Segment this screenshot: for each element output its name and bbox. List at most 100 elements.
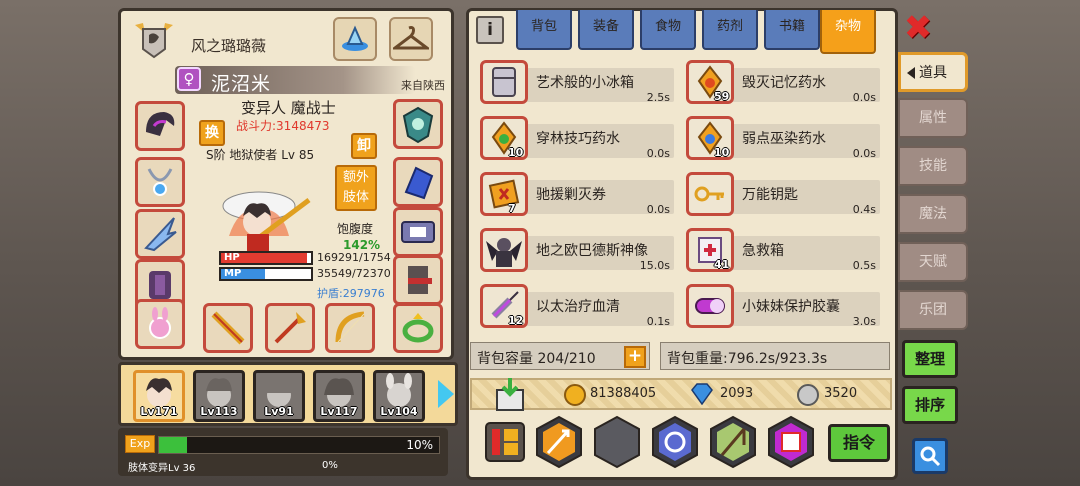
equip-slot-staff[interactable] xyxy=(203,303,253,353)
close-icon[interactable]: ✖ xyxy=(902,11,934,45)
equip-slot-shield[interactable] xyxy=(393,99,443,149)
party-member-4[interactable]: Lv117 xyxy=(313,370,365,422)
gold-coin-icon xyxy=(564,384,586,406)
equip-slot-wings[interactable] xyxy=(135,209,185,259)
equip-slot-boots[interactable] xyxy=(393,255,443,305)
empty-hexagon-icon xyxy=(594,415,640,469)
backpack-capacity: 背包容量 204/210 xyxy=(470,342,650,370)
key-icon xyxy=(686,172,734,216)
equip-slot-pet[interactable] xyxy=(135,299,185,349)
item-count: 59 xyxy=(714,90,730,103)
satiety-value: 142% xyxy=(343,238,381,252)
silver-coin-icon xyxy=(797,384,819,406)
hp-value: 169291/1754 xyxy=(317,251,391,264)
equip-slot-bow[interactable] xyxy=(325,303,375,353)
skill-arrow-button[interactable] xyxy=(534,414,584,470)
inventory-item[interactable]: 41 急救箱 0.5s xyxy=(680,226,882,276)
party-member-level: Lv117 xyxy=(320,405,358,418)
item-weight: 0.0s xyxy=(646,203,670,216)
expand-capacity-button[interactable]: + xyxy=(624,346,646,368)
tab-food[interactable]: 食物 xyxy=(640,10,696,50)
side-tab-items[interactable]: 道具 xyxy=(898,52,968,92)
item-grid: 艺术般的小冰箱 2.5s 59 毁灭记忆药水 0.0s 10 穿林技巧药水 0.… xyxy=(474,56,894,330)
tab-misc[interactable]: 杂物 xyxy=(820,10,876,54)
item-weight: 0.0s xyxy=(852,147,876,160)
party-member-2[interactable]: Lv113 xyxy=(193,370,245,422)
wardrobe-hanger-icon[interactable] xyxy=(389,17,433,61)
item-name: 地之欧巴德斯神像 xyxy=(536,243,648,259)
party-member-3[interactable]: Lv91 xyxy=(253,370,305,422)
equip-slot-belt[interactable] xyxy=(393,207,443,257)
character-origin: 来自陕西 xyxy=(401,79,445,92)
equip-slot-ring[interactable] xyxy=(393,303,443,353)
spirit-icon[interactable] xyxy=(333,17,377,61)
inventory-item[interactable]: 59 毁灭记忆药水 0.0s xyxy=(680,58,882,108)
inventory-item[interactable]: 地之欧巴德斯神像 15.0s xyxy=(474,226,676,276)
empty-skill-slot[interactable] xyxy=(592,414,642,470)
item-weight: 0.4s xyxy=(852,203,876,216)
party-next-arrow-icon[interactable] xyxy=(438,380,454,408)
ranking-icon xyxy=(485,422,525,462)
sort-button[interactable]: 排序 xyxy=(902,386,958,424)
swap-button[interactable]: 换 xyxy=(199,120,225,146)
exp-panel: Exp 10% 肢体变异Lv 36 0% xyxy=(118,428,448,476)
diamond-amount: 2093 xyxy=(720,386,754,401)
item-count: 7 xyxy=(508,202,516,215)
inventory-item[interactable]: 艺术般的小冰箱 2.5s xyxy=(474,58,676,108)
portal-icon xyxy=(652,415,698,469)
side-tab-magic[interactable]: 魔法 xyxy=(898,194,968,234)
side-tab-band[interactable]: 乐团 xyxy=(898,290,968,330)
side-tab-skills[interactable]: 技能 xyxy=(898,146,968,186)
item-weight: 0.0s xyxy=(646,147,670,160)
inventory-item[interactable]: 12 以太治疗血清 0.1s xyxy=(474,282,676,330)
gold-amount: 81388405 xyxy=(590,386,657,401)
equip-slot-gauntlet[interactable] xyxy=(393,157,443,207)
calendar-button[interactable] xyxy=(766,414,816,470)
item-count: 41 xyxy=(714,258,730,271)
item-count: 12 xyxy=(508,314,524,327)
pet-bunny-icon xyxy=(149,307,171,339)
gauntlet-icon xyxy=(404,166,434,200)
tab-potions[interactable]: 药剂 xyxy=(702,10,758,50)
ranking-button[interactable] xyxy=(480,414,530,470)
character-class: 变异人 魔战士 xyxy=(241,99,336,117)
party-member-5[interactable]: Lv104 xyxy=(373,370,425,422)
portal-skill-button[interactable] xyxy=(650,414,700,470)
backpack-weight: 背包重量:796.2s/923.3s xyxy=(660,342,890,370)
inventory-item[interactable]: 小妹妹保护胶囊 3.0s xyxy=(680,282,882,330)
inventory-item[interactable]: 10 弱点巫染药水 0.0s xyxy=(680,114,882,164)
item-count: 10 xyxy=(714,146,730,159)
command-button[interactable]: 指令 xyxy=(828,424,890,462)
organize-button[interactable]: 整理 xyxy=(902,340,958,378)
bow-icon xyxy=(335,311,365,343)
info-icon[interactable]: i xyxy=(476,16,504,44)
fishing-button[interactable] xyxy=(708,414,758,470)
ticket-icon xyxy=(480,172,528,216)
equip-slot-necklace[interactable] xyxy=(135,157,185,207)
diamond-icon xyxy=(691,383,713,405)
inventory-item[interactable]: 10 穿林技巧药水 0.0s xyxy=(474,114,676,164)
tab-equipment[interactable]: 装备 xyxy=(578,10,634,50)
extra-limb-button[interactable]: 额外 肢体 xyxy=(335,165,377,211)
equip-slot-spear[interactable] xyxy=(265,303,315,353)
deposit-icon[interactable] xyxy=(494,376,526,412)
tab-books[interactable]: 书籍 xyxy=(764,10,820,50)
side-tab-talent[interactable]: 天赋 xyxy=(898,242,968,282)
equip-slot-helmet[interactable] xyxy=(135,101,185,151)
hp-bar: HP xyxy=(219,251,313,265)
calendar-icon xyxy=(768,415,814,469)
inventory-item[interactable]: 万能钥匙 0.4s xyxy=(680,170,882,220)
item-name: 艺术般的小冰箱 xyxy=(536,75,634,91)
tab-backpack[interactable]: 背包 xyxy=(516,10,572,50)
party-member-1[interactable]: Lv171 xyxy=(133,370,185,422)
search-button[interactable] xyxy=(912,438,948,474)
mp-bar: MP xyxy=(219,267,313,281)
shield-icon xyxy=(402,106,434,144)
inventory-item[interactable]: 7 驰援剿灭券 0.0s xyxy=(474,170,676,220)
side-tab-attributes[interactable]: 属性 xyxy=(898,98,968,138)
unequip-button[interactable]: 卸 xyxy=(351,133,377,159)
character-name: 泥沼米 xyxy=(211,73,272,95)
staff-icon xyxy=(211,311,245,345)
party-bar: Lv171 Lv113 Lv91 Lv117 Lv104 xyxy=(118,362,458,426)
item-weight: 15.0s xyxy=(639,259,670,272)
